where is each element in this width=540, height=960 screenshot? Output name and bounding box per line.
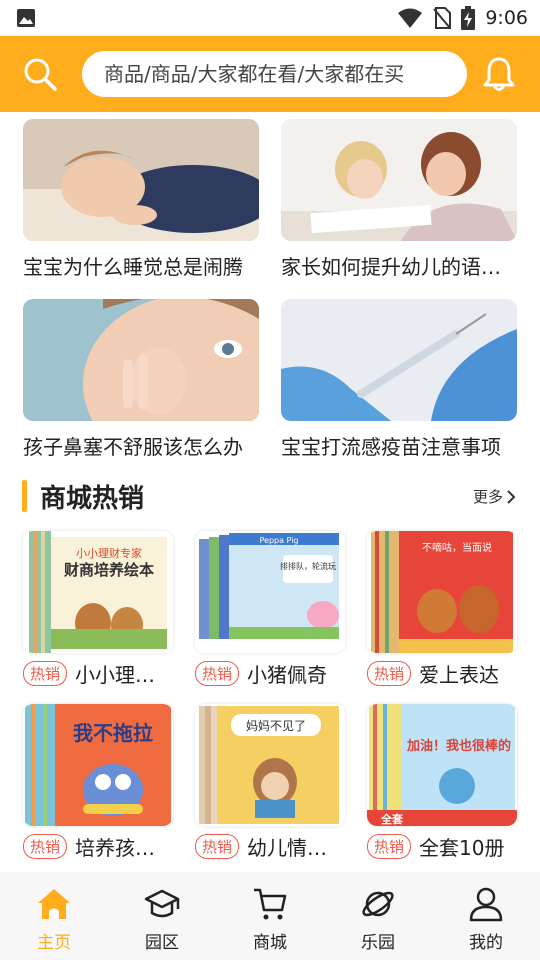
product-card[interactable]: 我不拖拉 热销 培养孩子好习惯 (23, 704, 173, 861)
cover-title-text: 加油！我也很棒的 (406, 738, 511, 754)
hot-badge: 热销 (367, 834, 412, 859)
graduation-cap-icon[interactable] (144, 886, 180, 922)
product-info[interactable]: 热销 幼儿情绪管理 (195, 832, 345, 861)
wifi-icon (398, 8, 423, 28)
chevron-right-icon[interactable] (506, 489, 516, 505)
product-image[interactable]: 小小理财专家 财商培养绘本 (23, 531, 173, 653)
top-header (0, 36, 540, 112)
section-accent-bar (22, 480, 27, 512)
product-card[interactable]: Peppa Pig 排排队，轮流玩 热销 小猪佩奇 (195, 531, 345, 688)
article-title[interactable]: 家长如何提升幼儿的语言能力 (281, 251, 517, 280)
product-info[interactable]: 热销 培养孩子好习惯 (23, 832, 173, 861)
article-card[interactable]: 家长如何提升幼儿的语言能力 (281, 119, 517, 280)
gallery-notification-icon (17, 9, 35, 27)
product-card[interactable]: 加油！我也很棒的 全套 热销 全套10册 (367, 704, 517, 861)
tab-campus[interactable]: 园区 (108, 872, 216, 960)
article-title[interactable]: 宝宝打流感疫苗注意事项 (281, 431, 517, 460)
cart-icon[interactable] (252, 886, 288, 922)
product-image[interactable]: 我不拖拉 (23, 704, 173, 826)
hot-badge: 热销 (195, 834, 240, 859)
cover-title-text: 不嘀咕，当面说 (422, 541, 492, 554)
no-sim-icon (433, 7, 452, 29)
product-image[interactable]: 加油！我也很棒的 全套 (367, 704, 517, 826)
article-thumbnail-mother-reading[interactable] (281, 119, 517, 241)
tab-mine[interactable]: 我的 (432, 872, 540, 960)
battery-charging-icon (461, 6, 476, 30)
hot-badge: 热销 (23, 834, 68, 859)
tab-home[interactable]: 主页 (0, 872, 108, 960)
product-image[interactable]: 不嘀咕，当面说 (367, 531, 517, 653)
article-thumbnail-sleeping-baby[interactable] (23, 119, 259, 241)
search-bar[interactable] (82, 51, 467, 97)
product-info[interactable]: 热销 小猪佩奇 (195, 659, 345, 688)
article-card[interactable]: 宝宝打流感疫苗注意事项 (281, 299, 517, 460)
bottom-tab-bar: 主页 园区 商城 乐园 我的 (0, 872, 540, 960)
hot-badge: 热销 (23, 661, 68, 686)
article-card[interactable]: 孩子鼻塞不舒服该怎么办 (23, 299, 259, 460)
tab-mall[interactable]: 商城 (216, 872, 324, 960)
product-info[interactable]: 热销 全套10册 (367, 832, 517, 861)
hot-badge: 热销 (367, 661, 412, 686)
product-name[interactable]: 小猪佩奇 (247, 659, 327, 688)
cover-top-text: 小小理财专家 (76, 546, 142, 560)
product-card[interactable]: 小小理财专家 财商培养绘本 热销 小小理财专家 (23, 531, 173, 688)
product-card[interactable]: 妈妈不见了 热销 幼儿情绪管理 (195, 704, 345, 861)
article-card[interactable]: 宝宝为什么睡觉总是闹腾 (23, 119, 259, 280)
tab-label[interactable]: 我的 (432, 928, 540, 953)
cover-title-text: 排排队，轮流玩 (280, 561, 336, 571)
tab-label[interactable]: 主页 (0, 928, 108, 953)
article-thumbnail-vaccine[interactable] (281, 299, 517, 421)
product-image[interactable]: 妈妈不见了 (195, 704, 345, 826)
more-label[interactable]: 更多 (473, 486, 503, 507)
product-info[interactable]: 热销 爱上表达 (367, 659, 517, 688)
product-name[interactable]: 全套10册 (419, 832, 504, 861)
product-name[interactable]: 幼儿情绪管理 (247, 832, 342, 861)
product-name[interactable]: 爱上表达 (419, 659, 499, 688)
more-link[interactable]: 更多 (473, 486, 516, 507)
tab-label[interactable]: 园区 (108, 928, 216, 953)
section-title: 商城热销 (40, 484, 145, 514)
status-bar: 9:06 (0, 0, 540, 36)
product-info[interactable]: 热销 小小理财专家 (23, 659, 173, 688)
cover-title-text: 财商培养绘本 (64, 561, 154, 579)
cover-top-text: 全套 (380, 812, 404, 826)
cover-title-text: 我不拖拉 (73, 721, 153, 745)
product-card[interactable]: 不嘀咕，当面说 热销 爱上表达 (367, 531, 517, 688)
product-name[interactable]: 小小理财专家 (75, 659, 170, 688)
article-thumbnail-baby-nose[interactable] (23, 299, 259, 421)
cover-top-text: Peppa Pig (259, 536, 298, 545)
search-icon[interactable] (22, 56, 58, 92)
hot-badge: 热销 (195, 661, 240, 686)
hot-products-section-header: 商城热销 更多 (0, 476, 540, 516)
status-indicators: 9:06 (397, 6, 528, 30)
planet-icon[interactable] (360, 886, 396, 922)
article-title[interactable]: 孩子鼻塞不舒服该怎么办 (23, 431, 259, 460)
cover-title-text: 妈妈不见了 (246, 719, 306, 733)
product-name[interactable]: 培养孩子好习惯 (75, 832, 170, 861)
tab-playground[interactable]: 乐园 (324, 872, 432, 960)
user-icon[interactable] (468, 886, 504, 922)
bell-icon[interactable] (482, 56, 516, 92)
search-input[interactable] (82, 51, 467, 97)
article-title[interactable]: 宝宝为什么睡觉总是闹腾 (23, 251, 259, 280)
tab-label[interactable]: 乐园 (324, 928, 432, 953)
home-icon[interactable] (36, 886, 72, 922)
clock: 9:06 (485, 7, 528, 29)
tab-label[interactable]: 商城 (216, 928, 324, 953)
product-image[interactable]: Peppa Pig 排排队，轮流玩 (195, 531, 345, 653)
